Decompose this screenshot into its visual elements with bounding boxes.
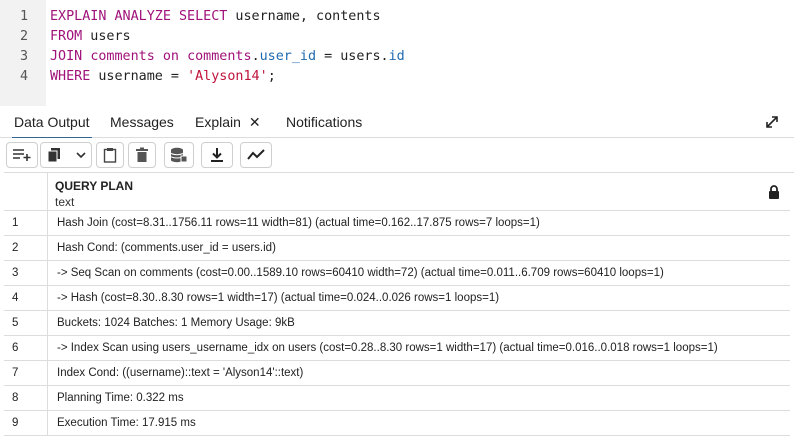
lock-icon xyxy=(768,185,780,204)
row-number[interactable]: 6 xyxy=(4,336,48,361)
code-token: EXPLAIN ANALYZE SELECT xyxy=(50,9,228,24)
row-number[interactable]: 4 xyxy=(4,286,48,311)
row-number[interactable]: 2 xyxy=(4,236,48,261)
add-row-icon xyxy=(12,148,32,162)
column-name[interactable]: QUERY PLAN xyxy=(55,179,133,193)
row-number[interactable]: 5 xyxy=(4,311,48,336)
table-row[interactable]: 6 -> Index Scan using users_username_idx … xyxy=(4,336,790,361)
code-text: FROM users xyxy=(50,27,131,47)
row-number[interactable]: 1 xyxy=(4,211,48,236)
sql-editor[interactable]: 1 EXPLAIN ANALYZE SELECT username, conten… xyxy=(0,0,794,106)
code-token: = users. xyxy=(316,49,389,64)
code-token: 'Alyson14' xyxy=(187,69,268,84)
code-text: JOIN comments on comments.user_id = user… xyxy=(50,47,405,67)
table-row[interactable]: 1 Hash Join (cost=8.31..1756.11 rows=11 w… xyxy=(4,211,790,236)
code-line[interactable]: 3 JOIN comments on comments.user_id = use… xyxy=(0,47,794,67)
table-row[interactable]: 4 -> Hash (cost=8.30..8.30 rows=1 width=1… xyxy=(4,286,790,311)
code-line[interactable]: 1 EXPLAIN ANALYZE SELECT username, conten… xyxy=(0,7,794,27)
download-icon xyxy=(210,147,224,163)
line-number: 3 xyxy=(19,49,28,64)
code-token: JOIN xyxy=(50,49,83,64)
delete-button[interactable] xyxy=(128,142,156,168)
code-token: comments xyxy=(90,49,155,64)
table-row[interactable]: 7 Index Cond: ((username)::text = 'Alyson… xyxy=(4,361,790,386)
paste-button[interactable] xyxy=(96,142,124,168)
code-token: ; xyxy=(267,69,276,84)
table-row[interactable]: 5 Buckets: 1024 Batches: 1 Memory Usage: … xyxy=(4,311,790,336)
chevron-down-icon[interactable] xyxy=(75,150,87,160)
row-number[interactable]: 9 xyxy=(4,411,48,436)
query-plan-cell[interactable]: Execution Time: 17.915 ms xyxy=(57,411,196,436)
table-row[interactable]: 2 Hash Cond: (comments.user_id = users.id… xyxy=(4,236,790,261)
line-number: 1 xyxy=(19,9,28,24)
code-token: . xyxy=(251,49,260,64)
table-row[interactable]: 9 Execution Time: 17.915 ms xyxy=(4,411,790,436)
row-number[interactable]: 8 xyxy=(4,386,48,411)
row-number[interactable]: 3 xyxy=(4,261,48,286)
query-plan-cell[interactable]: -> Seq Scan on comments (cost=0.00..1589… xyxy=(57,261,664,286)
code-token: username = xyxy=(90,69,188,84)
result-toolbar xyxy=(0,138,794,172)
row-number-header xyxy=(4,173,48,211)
query-plan-cell[interactable]: Hash Cond: (comments.user_id = users.id) xyxy=(57,236,276,261)
code-token: user_id xyxy=(259,49,317,64)
query-plan-cell[interactable]: Index Cond: ((username)::text = 'Alyson1… xyxy=(57,361,303,386)
result-tabs: Data Output Messages Explain ✕ Notificati… xyxy=(0,106,794,139)
query-plan-cell[interactable]: -> Hash (cost=8.30..8.30 rows=1 width=17… xyxy=(57,286,499,311)
copy-button[interactable] xyxy=(40,142,92,168)
download-button[interactable] xyxy=(201,142,233,168)
code-line[interactable]: 2 FROM users xyxy=(0,27,794,47)
tab-data-output-label: Data Output xyxy=(14,114,90,130)
code-token: on xyxy=(162,49,179,64)
code-text: EXPLAIN ANALYZE SELECT username, content… xyxy=(50,7,381,27)
close-icon[interactable]: ✕ xyxy=(249,114,261,130)
tab-notifications[interactable]: Notifications xyxy=(286,106,362,138)
tab-explain[interactable]: Explain ✕ xyxy=(195,106,261,138)
code-token: FROM xyxy=(50,29,83,44)
expand-icon[interactable] xyxy=(764,114,780,130)
code-token: users xyxy=(82,29,131,44)
code-line[interactable]: 4 WHERE username = 'Alyson14'; xyxy=(0,67,794,87)
results-grid: QUERY PLAN text 1 Hash Join (cost=8.31..1… xyxy=(4,172,794,441)
tab-messages-label: Messages xyxy=(110,114,174,130)
query-plan-cell[interactable]: -> Index Scan using users_username_idx o… xyxy=(57,336,718,361)
add-row-button[interactable] xyxy=(6,142,38,168)
query-plan-cell[interactable]: Planning Time: 0.322 ms xyxy=(57,386,184,411)
code-token: comments xyxy=(187,49,252,64)
delete-icon xyxy=(135,147,149,163)
code-text: WHERE username = 'Alyson14'; xyxy=(50,67,276,87)
code-token: WHERE xyxy=(50,69,91,84)
line-number: 4 xyxy=(19,69,28,84)
tab-data-output[interactable]: Data Output xyxy=(12,106,91,139)
query-plan-cell[interactable]: Buckets: 1024 Batches: 1 Memory Usage: 9… xyxy=(57,311,295,336)
tab-messages[interactable]: Messages xyxy=(110,106,174,138)
code-token: id xyxy=(388,49,405,64)
paste-icon xyxy=(103,147,117,163)
query-plan-cell[interactable]: Hash Join (cost=8.31..1756.11 rows=11 wi… xyxy=(57,211,540,236)
graph-visualiser-icon xyxy=(247,149,265,161)
column-type: text xyxy=(55,195,75,209)
save-data-icon xyxy=(170,147,188,163)
copy-icon xyxy=(47,147,63,163)
code-token: username, contents xyxy=(227,9,381,24)
tab-explain-label: Explain xyxy=(195,114,241,130)
line-number: 2 xyxy=(19,29,28,44)
row-number[interactable]: 7 xyxy=(4,361,48,386)
table-row[interactable]: 8 Planning Time: 0.322 ms xyxy=(4,386,790,411)
grid-header: QUERY PLAN text xyxy=(4,173,790,211)
table-row[interactable]: 3 -> Seq Scan on comments (cost=0.00..158… xyxy=(4,261,790,286)
save-data-button[interactable] xyxy=(164,142,194,168)
graph-visualiser-button[interactable] xyxy=(240,142,272,168)
tab-notifications-label: Notifications xyxy=(286,114,363,130)
